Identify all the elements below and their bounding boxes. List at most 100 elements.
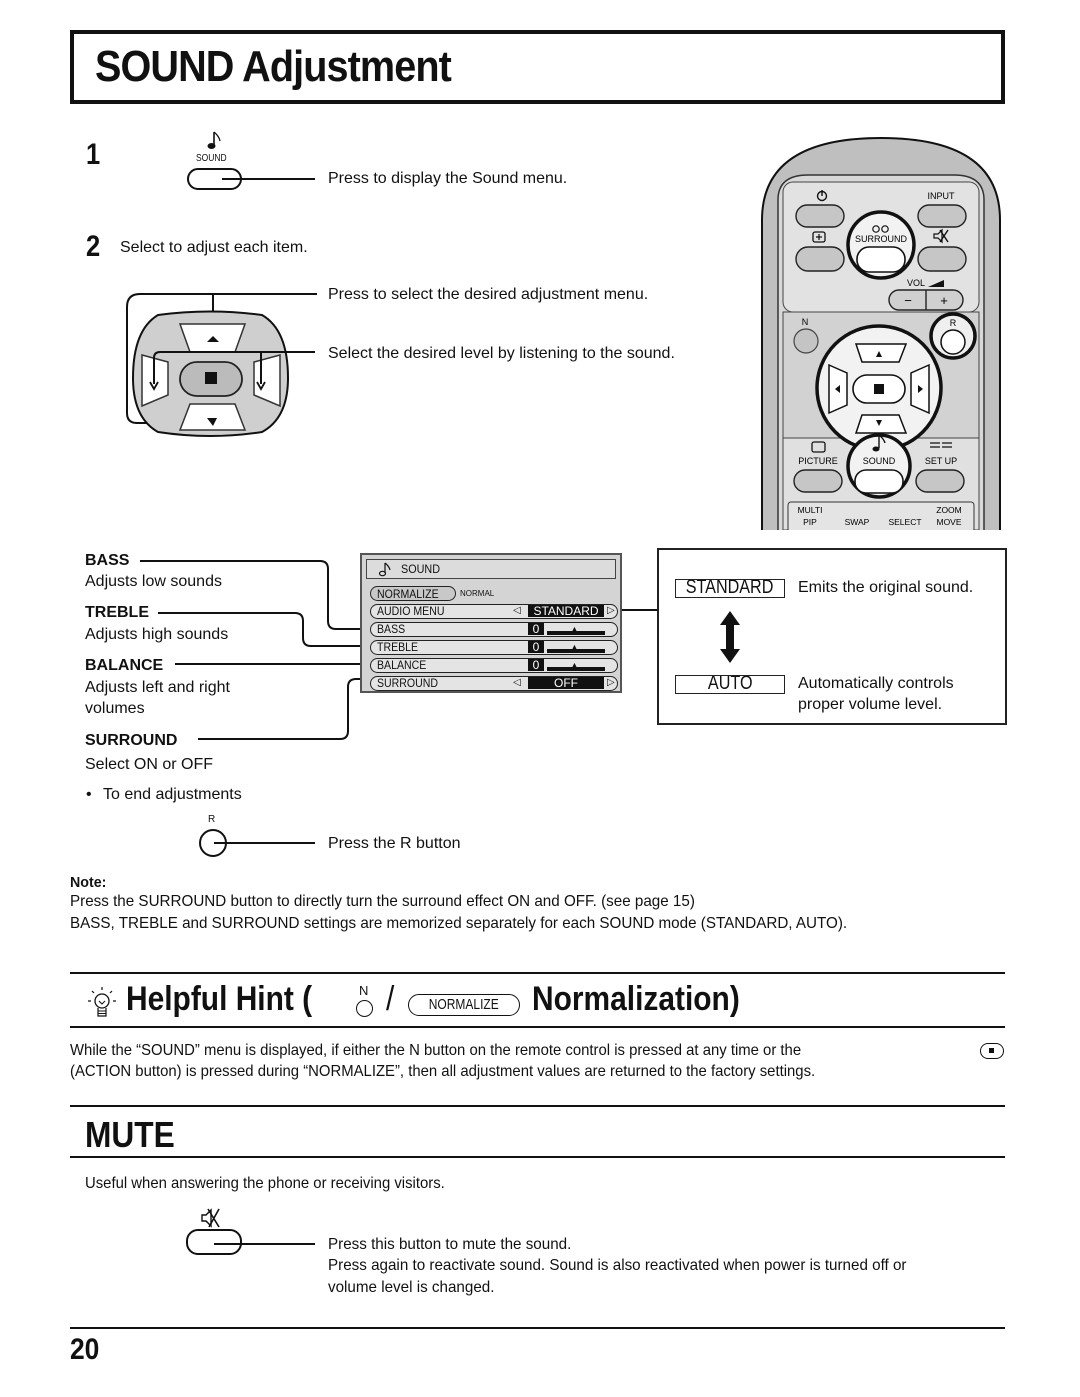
remote-surround-button[interactable] bbox=[856, 246, 906, 273]
remote-select-label: SELECT bbox=[888, 517, 921, 527]
mute-button[interactable] bbox=[186, 1229, 242, 1255]
end-adjust-text: To end adjustments bbox=[103, 786, 242, 803]
step-number-1: 1 bbox=[86, 138, 101, 171]
osd-left-arrow-icon: ◁ bbox=[513, 677, 521, 688]
hint-line-1: While the “SOUND” menu is displayed, if … bbox=[70, 1042, 802, 1059]
remote-down-button[interactable] bbox=[854, 414, 908, 434]
osd-row-surround[interactable]: SURROUND ◁ OFF ▷ bbox=[370, 676, 618, 691]
osd-row-value: 0 bbox=[528, 659, 544, 671]
mode-chip-standard: STANDARD bbox=[675, 579, 785, 598]
divider bbox=[70, 1105, 1005, 1107]
remote-control-illustration: INPUT SURROUND VOL − + N R PICTURE SOUND… bbox=[761, 136, 1001, 530]
hint-heading-prefix: Helpful Hint ( bbox=[126, 980, 313, 1018]
remote-mute-button[interactable] bbox=[917, 246, 967, 272]
dpad-down[interactable] bbox=[178, 403, 247, 431]
osd-row-bass[interactable]: BASS 0 ▲ bbox=[370, 622, 618, 637]
osd-row-value: STANDARD bbox=[528, 605, 604, 617]
remote-sound-button[interactable] bbox=[854, 469, 904, 494]
remote-power-button[interactable] bbox=[795, 204, 845, 228]
osd-row-label: TREBLE bbox=[377, 640, 419, 654]
remote-setup-button[interactable] bbox=[915, 469, 965, 493]
remote-setup-label: SET UP bbox=[925, 456, 957, 466]
remote-sound-label: SOUND bbox=[863, 456, 896, 466]
osd-row-value: 0 bbox=[528, 641, 544, 653]
remote-r-button[interactable] bbox=[940, 329, 966, 355]
mute-intro: Useful when answering the phone or recei… bbox=[85, 1175, 445, 1192]
remote-zoom-label: ZOOM bbox=[936, 505, 962, 515]
r-button-description: Press the R button bbox=[328, 835, 461, 852]
remote-vol-minus: − bbox=[904, 293, 912, 308]
osd-row-value: OFF bbox=[528, 677, 604, 689]
osd-level-marker: ▲ bbox=[571, 626, 578, 633]
remote-vol-plus: + bbox=[940, 293, 948, 308]
lightbulb-icon bbox=[88, 987, 116, 1017]
sound-osd-menu: SOUND NORMALIZE NORMAL AUDIO MENU ◁ STAN… bbox=[360, 553, 622, 693]
divider bbox=[70, 1156, 1005, 1158]
osd-row-label: AUDIO MENU bbox=[377, 604, 445, 618]
remote-move-label: MOVE bbox=[936, 517, 961, 527]
remote-pip-label: PIP bbox=[803, 517, 817, 527]
remote-n-button[interactable] bbox=[793, 328, 819, 354]
step1-description: Press to display the Sound menu. bbox=[328, 170, 568, 187]
mute-heading: MUTE bbox=[85, 1114, 175, 1155]
osd-row-treble[interactable]: TREBLE 0 ▲ bbox=[370, 640, 618, 655]
note-heading: Note: bbox=[70, 874, 107, 891]
item-bass-name: BASS bbox=[85, 552, 130, 569]
remote-up-button[interactable] bbox=[854, 343, 908, 363]
osd-right-arrow-icon: ▷ bbox=[607, 605, 615, 616]
osd-row-balance[interactable]: BALANCE 0 ▲ bbox=[370, 658, 618, 673]
normalize-button-icon: NORMALIZE bbox=[408, 994, 520, 1016]
step-number-2: 2 bbox=[86, 230, 101, 263]
osd-normalize-label: NORMALIZE bbox=[377, 587, 439, 601]
normalize-chip-label: NORMALIZE bbox=[428, 996, 499, 1013]
mode-chip-auto: AUTO bbox=[675, 675, 785, 694]
callout-line bbox=[262, 293, 317, 295]
note-line-1: Press the SURROUND button to directly tu… bbox=[70, 893, 695, 910]
osd-row-audio-menu[interactable]: AUDIO MENU ◁ STANDARD ▷ bbox=[370, 604, 618, 619]
note-line-2: BASS, TREBLE and SURROUND settings are m… bbox=[70, 915, 848, 932]
divider bbox=[70, 1327, 1005, 1329]
osd-row-label: BALANCE bbox=[377, 658, 427, 672]
remote-input-button[interactable] bbox=[917, 204, 967, 228]
osd-normalize-button[interactable]: NORMALIZE bbox=[370, 586, 456, 601]
callout-line bbox=[222, 178, 315, 180]
callout-line bbox=[622, 609, 657, 611]
mode-auto-desc-2: proper volume level. bbox=[798, 696, 943, 713]
dpad-diagram bbox=[126, 293, 315, 437]
mode-chip-auto-label: AUTO bbox=[707, 675, 753, 694]
mute-line-3: volume level is changed. bbox=[328, 1279, 495, 1296]
hint-line-2: (ACTION button) is pressed during “NORMA… bbox=[70, 1063, 816, 1080]
mute-icon bbox=[201, 1208, 220, 1228]
hint-slash: / bbox=[386, 980, 395, 1018]
remote-input-label: INPUT bbox=[928, 191, 956, 201]
callout-line bbox=[214, 842, 315, 844]
item-surround-desc: Select ON or OFF bbox=[85, 756, 214, 773]
remote-picture-button[interactable] bbox=[793, 469, 843, 493]
remote-picture-label: PICTURE bbox=[798, 456, 838, 466]
osd-row-label: BASS bbox=[377, 622, 406, 636]
end-adjust-bullet: • bbox=[86, 786, 92, 803]
osd-header: SOUND bbox=[366, 559, 616, 579]
mode-chip-standard-label: STANDARD bbox=[686, 579, 774, 598]
step2-description: Select to adjust each item. bbox=[120, 239, 308, 256]
osd-sound-icon bbox=[378, 562, 391, 577]
remote-r-label: R bbox=[950, 318, 957, 328]
remote-pip-button[interactable] bbox=[795, 246, 845, 272]
remote-surround-label: SURROUND bbox=[855, 234, 908, 244]
osd-title: SOUND bbox=[401, 562, 441, 576]
remote-swap-label: SWAP bbox=[845, 517, 870, 527]
osd-row-label: SURROUND bbox=[377, 676, 439, 690]
double-arrow-icon bbox=[720, 611, 740, 663]
page-title: SOUND Adjustment bbox=[95, 42, 452, 91]
page-number: 20 bbox=[70, 1333, 100, 1366]
mode-standard-desc: Emits the original sound. bbox=[798, 579, 974, 596]
action-button-icon bbox=[980, 1043, 1004, 1059]
connector-lines bbox=[140, 560, 362, 740]
dpad-callout-2: Select the desired level by listening to… bbox=[328, 345, 675, 362]
dpad-callout-1: Press to select the desired adjustment m… bbox=[328, 286, 649, 303]
hint-heading-suffix: Normalization) bbox=[532, 980, 740, 1018]
osd-level-marker: ▲ bbox=[571, 644, 578, 651]
callout-line bbox=[214, 1243, 315, 1245]
osd-level-marker: ▲ bbox=[571, 662, 578, 669]
divider bbox=[70, 1026, 1005, 1028]
